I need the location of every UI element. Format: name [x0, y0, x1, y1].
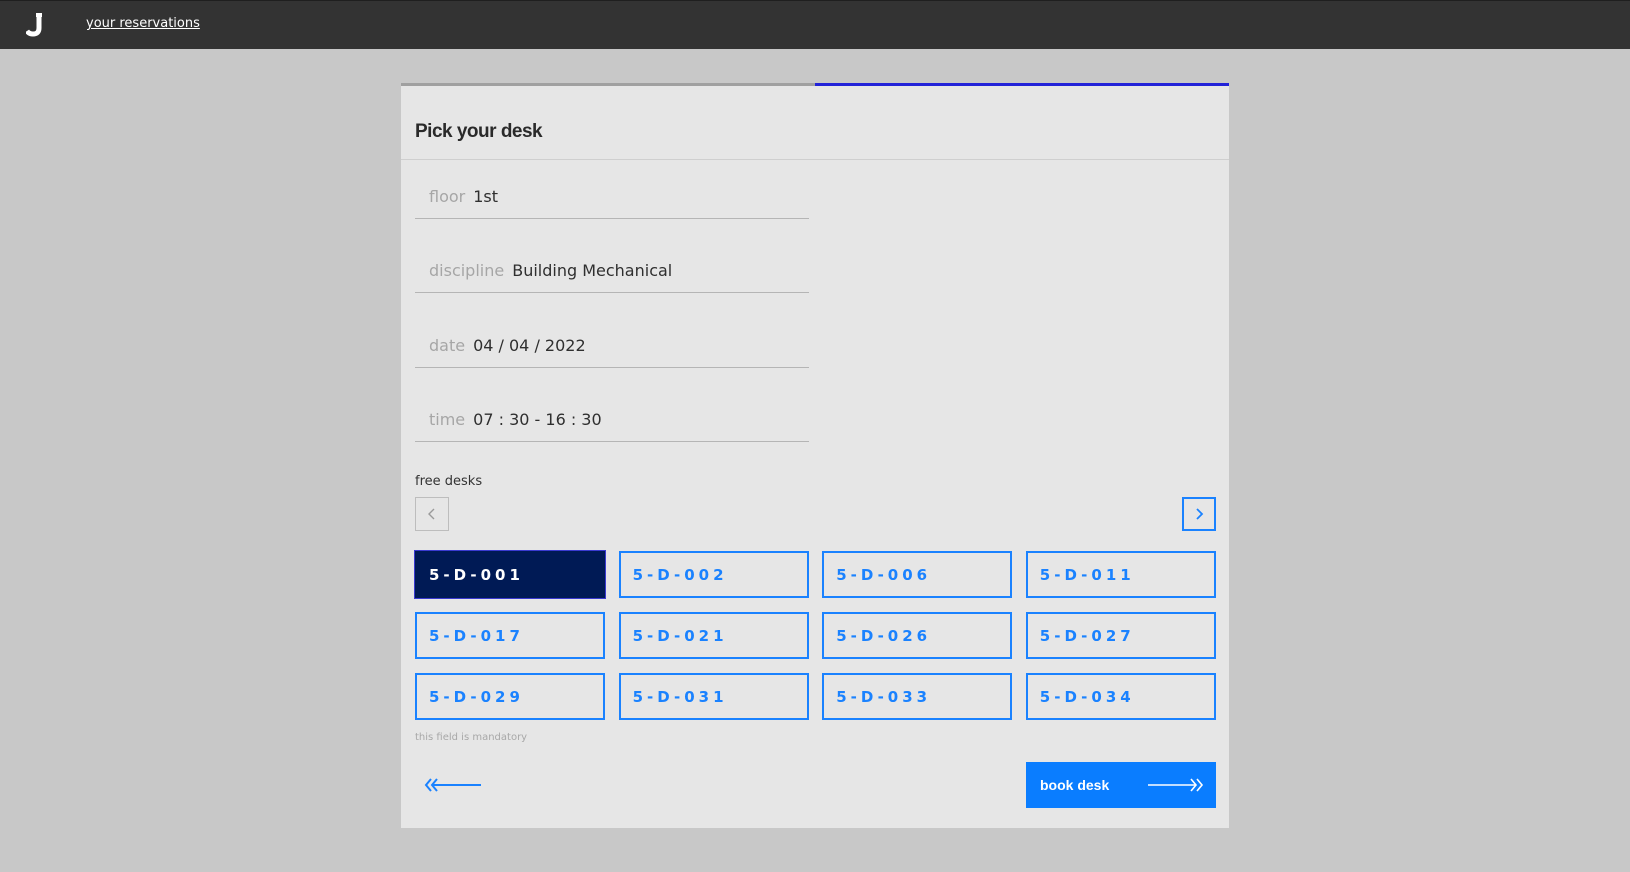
desk-option-5-d-017[interactable]: 5-D-017: [415, 612, 605, 659]
desk-option-5-d-026[interactable]: 5-D-026: [822, 612, 1013, 659]
double-arrow-left-icon: [424, 778, 481, 792]
mandatory-note: this field is mandatory: [415, 732, 528, 743]
time-value: 07 : 30 - 16 : 30: [473, 410, 602, 429]
chevron-left-icon: [428, 508, 435, 520]
wizard-progress-fill: [815, 83, 1229, 86]
desk-option-5-d-033[interactable]: 5-D-033: [822, 673, 1013, 720]
floor-field[interactable]: floor 1st: [415, 175, 809, 219]
discipline-label: discipline: [429, 261, 505, 280]
desk-option-5-d-011[interactable]: 5-D-011: [1025, 551, 1216, 598]
wizard-progress-bar: [401, 83, 1229, 86]
desk-booking-card: Pick your desk floor 1st discipline Buil…: [401, 83, 1229, 828]
date-field[interactable]: date 04 / 04 / 2022: [415, 324, 809, 368]
discipline-value: Building Mechanical: [512, 261, 673, 280]
title-divider: [401, 159, 1229, 160]
desk-option-5-d-034[interactable]: 5-D-034: [1025, 673, 1216, 720]
double-arrow-right-icon: [1148, 778, 1204, 792]
j-logo-icon[interactable]: [26, 13, 46, 37]
book-desk-label: book desk: [1040, 777, 1110, 793]
desk-option-5-d-021[interactable]: 5-D-021: [618, 612, 809, 659]
desk-option-5-d-006[interactable]: 5-D-006: [822, 551, 1013, 598]
time-label: time: [429, 410, 466, 429]
previous-page-button[interactable]: [415, 497, 449, 531]
next-page-button[interactable]: [1182, 497, 1216, 531]
back-button[interactable]: [423, 773, 483, 797]
chevron-right-icon: [1196, 508, 1204, 520]
desk-option-5-d-002[interactable]: 5-D-002: [618, 551, 809, 598]
book-desk-button[interactable]: book desk: [1026, 762, 1216, 808]
floor-label: floor: [429, 187, 466, 206]
free-desks-label: free desks: [415, 474, 483, 489]
desk-option-5-d-031[interactable]: 5-D-031: [618, 673, 809, 720]
your-reservations-link[interactable]: your reservations: [86, 16, 200, 31]
time-field[interactable]: time 07 : 30 - 16 : 30: [415, 398, 809, 442]
date-label: date: [429, 336, 466, 355]
date-value: 04 / 04 / 2022: [473, 336, 586, 355]
desk-option-5-d-027[interactable]: 5-D-027: [1025, 612, 1216, 659]
discipline-field[interactable]: discipline Building Mechanical: [415, 249, 809, 293]
page-title: Pick your desk: [415, 121, 543, 142]
desk-option-5-d-001[interactable]: 5-D-001: [414, 550, 606, 599]
floor-value: 1st: [473, 187, 499, 206]
top-navigation-bar: your reservations: [0, 0, 1630, 49]
desk-grid: 5-D-001 5-D-002 5-D-006 5-D-011 5-D-017 5-D-0…: [414, 550, 1216, 720]
desk-option-5-d-029[interactable]: 5-D-029: [415, 673, 605, 720]
